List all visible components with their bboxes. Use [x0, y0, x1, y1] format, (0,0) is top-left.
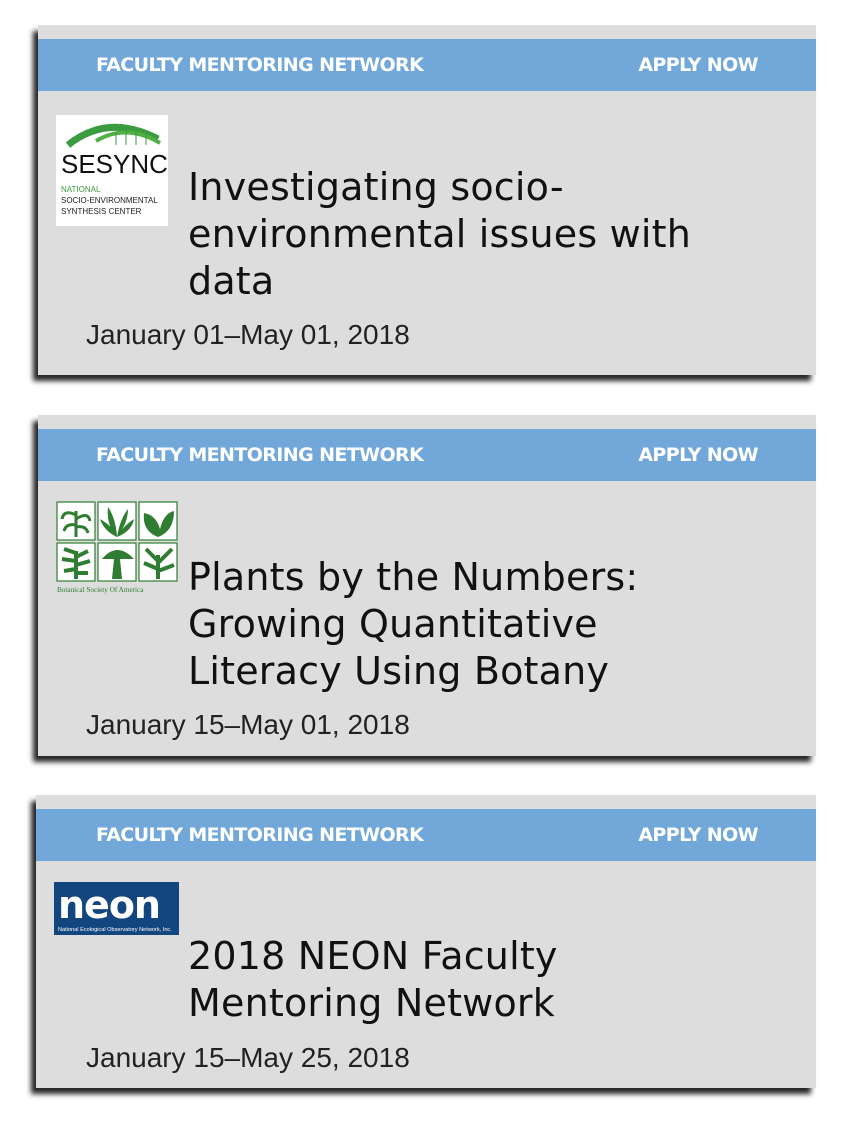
botanical-society-logo: Botanical Society Of America	[56, 501, 180, 595]
sesync-wordmark: SESYNC	[61, 149, 168, 179]
card-title[interactable]: Investigating socio- environmental issue…	[188, 164, 691, 305]
card-banner: FACULTY MENTORING NETWORK APPLY NOW	[36, 809, 816, 861]
card-top-strip	[36, 795, 816, 809]
title-line: Plants by the Numbers:	[188, 555, 639, 599]
card-top-strip	[38, 25, 816, 39]
bsa-caption: Botanical Society Of America	[57, 586, 144, 594]
title-line: Growing Quantitative	[188, 602, 598, 646]
title-line: data	[188, 259, 275, 303]
program-card[interactable]: FACULTY MENTORING NETWORK APPLY NOW SESY…	[38, 25, 816, 375]
svg-text:SOCIO-ENVIRONMENTAL: SOCIO-ENVIRONMENTAL	[61, 196, 158, 205]
program-card[interactable]: FACULTY MENTORING NETWORK APPLY NOW neon…	[36, 795, 816, 1088]
program-type-label: FACULTY MENTORING NETWORK	[96, 824, 424, 846]
svg-text:NATIONAL: NATIONAL	[61, 185, 101, 194]
card-title[interactable]: 2018 NEON Faculty Mentoring Network	[188, 933, 558, 1027]
title-line: Investigating socio-	[188, 165, 564, 209]
svg-text:SYNTHESIS CENTER: SYNTHESIS CENTER	[61, 207, 142, 216]
sesync-logo: SESYNC NATIONAL SOCIO-ENVIRONMENTAL SYNT…	[56, 115, 168, 226]
title-line: Literacy Using Botany	[188, 649, 610, 693]
neon-wordmark: neon	[58, 883, 160, 927]
date-range: January 15–May 01, 2018	[86, 709, 410, 740]
program-card[interactable]: FACULTY MENTORING NETWORK APPLY NOW Bota…	[38, 415, 816, 756]
date-range: January 15–May 25, 2018	[86, 1042, 410, 1073]
date-range: January 01–May 01, 2018	[86, 319, 410, 350]
neon-logo: neon National Ecological Observatory Net…	[54, 882, 179, 935]
card-top-strip	[38, 415, 816, 429]
card-banner: FACULTY MENTORING NETWORK APPLY NOW	[38, 39, 816, 91]
neon-caption: National Ecological Observatory Network,…	[58, 927, 172, 933]
apply-now-link[interactable]: APPLY NOW	[638, 54, 758, 76]
program-type-label: FACULTY MENTORING NETWORK	[96, 444, 424, 466]
title-line: environmental issues with	[188, 212, 692, 256]
card-title[interactable]: Plants by the Numbers: Growing Quantitat…	[188, 554, 638, 695]
title-line: Mentoring Network	[188, 981, 555, 1025]
card-banner: FACULTY MENTORING NETWORK APPLY NOW	[38, 429, 816, 481]
apply-now-link[interactable]: APPLY NOW	[638, 444, 758, 466]
apply-now-link[interactable]: APPLY NOW	[638, 824, 758, 846]
title-line: 2018 NEON Faculty	[188, 934, 558, 978]
program-type-label: FACULTY MENTORING NETWORK	[96, 54, 424, 76]
